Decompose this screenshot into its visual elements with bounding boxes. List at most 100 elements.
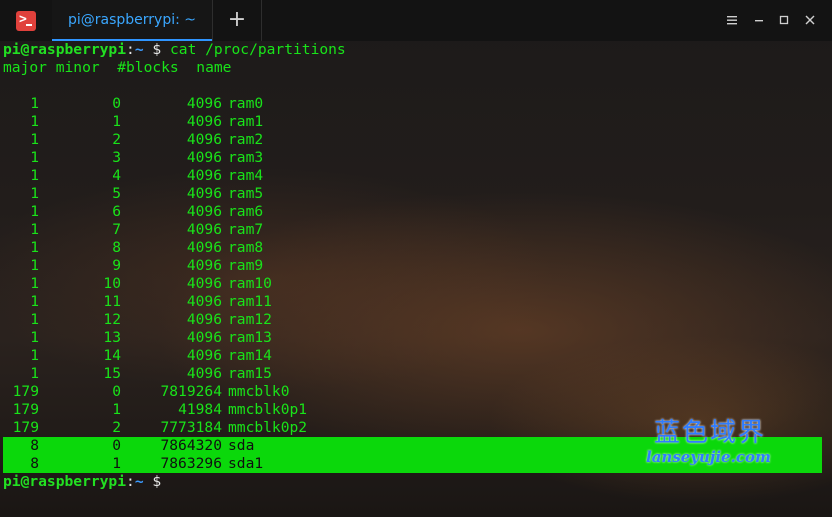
partition-major: 1 (30, 185, 39, 202)
partition-blocks: 7819264 (160, 383, 222, 400)
partition-name: ram14 (228, 347, 272, 364)
partition-major: 179 (12, 401, 39, 418)
maximize-button[interactable] (773, 9, 795, 31)
partition-name: ram11 (228, 293, 272, 310)
partition-major: 8 (30, 455, 39, 472)
partition-row: 1 1 4096 ram1 (3, 113, 403, 131)
partition-major: 1 (30, 203, 39, 220)
partition-blocks: 7773184 (160, 419, 222, 436)
new-tab-button[interactable]: + (214, 0, 260, 41)
tab-terminal[interactable]: pi@raspberrypi: ~ (52, 0, 212, 41)
partition-name: ram9 (228, 257, 264, 274)
partition-minor: 11 (103, 293, 121, 310)
partition-row: 1 4 4096 ram4 (3, 167, 403, 185)
prompt-colon: : (126, 41, 135, 58)
partition-row: 1 7 4096 ram7 (3, 221, 403, 239)
watermark: 蓝色域界 lanseyujie.com (642, 412, 792, 472)
partition-minor: 0 (112, 95, 121, 112)
highlighted-partition-row: 8 1 7863296 sda1 (3, 455, 403, 473)
prompt-user: pi@raspberrypi (3, 473, 127, 490)
tab-separator (212, 0, 213, 41)
partition-major: 8 (30, 437, 39, 454)
partition-major: 1 (30, 167, 39, 184)
prompt-dollar: $ (152, 473, 162, 490)
command-line: pi@raspberrypi:~ $ cat /proc/partitions (3, 41, 346, 59)
partition-major: 1 (30, 293, 39, 310)
partition-major: 1 (30, 329, 39, 346)
partition-blocks: 4096 (186, 347, 222, 364)
partition-row: 179 2 7773184 mmcblk0p2 (3, 419, 403, 437)
command-text: cat /proc/partitions (170, 41, 346, 58)
prompt-dollar: $ (152, 41, 162, 58)
partition-blocks: 4096 (186, 167, 222, 184)
partition-blocks: 4096 (186, 131, 222, 148)
partition-minor: 1 (112, 455, 121, 472)
partition-blocks: 4096 (186, 275, 222, 292)
partition-name: ram2 (228, 131, 264, 148)
partition-name: mmcblk0 (228, 383, 290, 400)
partition-name: mmcblk0p1 (228, 401, 308, 418)
partition-major: 1 (30, 347, 39, 364)
partition-name: ram7 (228, 221, 264, 238)
partition-name: ram3 (228, 149, 264, 166)
partition-blocks: 4096 (186, 203, 222, 220)
partition-row: 1 11 4096 ram11 (3, 293, 403, 311)
partition-minor: 0 (112, 383, 121, 400)
partition-name: ram8 (228, 239, 264, 256)
partition-minor: 1 (112, 401, 121, 418)
partition-blocks: 41984 (178, 401, 222, 418)
partition-row: 1 6 4096 ram6 (3, 203, 403, 221)
partition-minor: 14 (103, 347, 121, 364)
tab-title: pi@raspberrypi: ~ (67, 12, 197, 28)
partition-major: 1 (30, 221, 39, 238)
partition-name: ram10 (228, 275, 272, 292)
partition-blocks: 4096 (186, 365, 222, 382)
partition-blocks: 4096 (186, 293, 222, 310)
partition-row: 1 15 4096 ram15 (3, 365, 403, 383)
partition-major: 1 (30, 275, 39, 292)
partition-row: 1 14 4096 ram14 (3, 347, 403, 365)
partition-minor: 2 (112, 419, 121, 436)
watermark-url: lanseyujie.com (646, 448, 771, 466)
partition-minor: 15 (103, 365, 121, 382)
highlighted-partition-row: 8 0 7864320 sda (3, 437, 403, 455)
partition-blocks: 4096 (186, 257, 222, 274)
partition-name: mmcblk0p2 (228, 419, 308, 436)
partition-blocks: 4096 (186, 185, 222, 202)
menu-button[interactable] (721, 9, 743, 31)
partition-blocks: 4096 (186, 95, 222, 112)
prompt-line: pi@raspberrypi:~ $ (3, 473, 161, 491)
partition-name: ram5 (228, 185, 264, 202)
terminal-window: > pi@raspberrypi: ~ + pi@raspberrypi:~ $… (0, 0, 832, 517)
partition-row: 1 8 4096 ram8 (3, 239, 403, 257)
close-button[interactable] (799, 9, 821, 31)
partition-minor: 5 (112, 185, 121, 202)
output-header: major minor #blocks name (3, 59, 232, 76)
terminal-app-icon: > (16, 11, 36, 31)
partition-major: 1 (30, 365, 39, 382)
partition-minor: 7 (112, 221, 121, 238)
partition-blocks: 4096 (186, 311, 222, 328)
partition-minor: 1 (112, 113, 121, 130)
minimize-icon (755, 20, 763, 22)
minimize-button[interactable] (748, 9, 770, 31)
partition-name: ram15 (228, 365, 272, 382)
partition-major: 179 (12, 383, 39, 400)
partition-major: 1 (30, 131, 39, 148)
partition-row: 179 1 41984 mmcblk0p1 (3, 401, 403, 419)
partition-major: 1 (30, 95, 39, 112)
partition-major: 179 (12, 419, 39, 436)
partition-blocks: 4096 (186, 113, 222, 130)
close-icon (805, 15, 815, 25)
partition-blocks: 7863296 (160, 455, 222, 472)
partition-name: ram1 (228, 113, 264, 130)
partition-minor: 13 (103, 329, 121, 346)
partition-minor: 12 (103, 311, 121, 328)
partition-name: ram4 (228, 167, 264, 184)
partition-major: 1 (30, 113, 39, 130)
partition-minor: 3 (112, 149, 121, 166)
partition-major: 1 (30, 239, 39, 256)
prompt-path: ~ (134, 41, 144, 58)
partition-minor: 6 (112, 203, 121, 220)
partition-row: 1 9 4096 ram9 (3, 257, 403, 275)
